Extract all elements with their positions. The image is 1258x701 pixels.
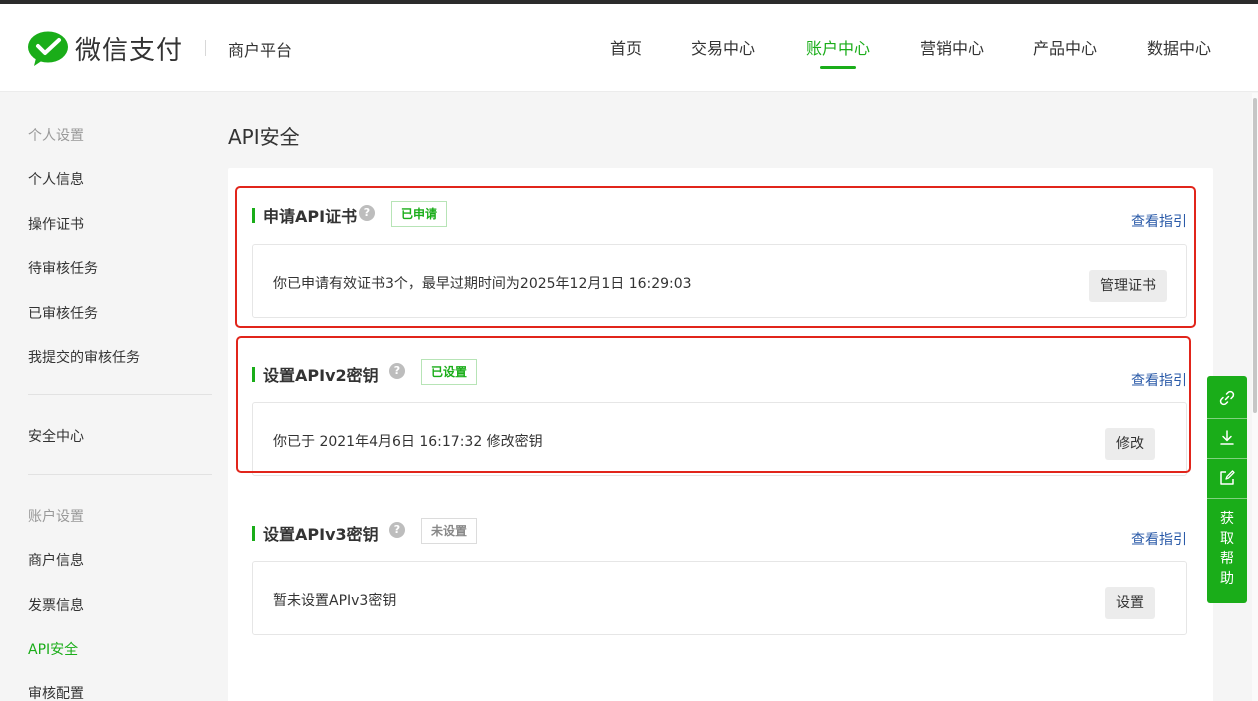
nav-item-marketing[interactable]: 营销中心: [920, 35, 984, 59]
status-badge: 未设置: [421, 518, 478, 544]
scrollbar-thumb[interactable]: [1253, 98, 1257, 413]
nav-item-home[interactable]: 首页: [610, 35, 642, 59]
get-help-char: 助: [1220, 571, 1234, 587]
download-icon[interactable]: [1207, 418, 1247, 458]
sidebar-item-personal-info[interactable]: 个人信息: [28, 169, 84, 189]
nav-item-trade[interactable]: 交易中心: [691, 35, 755, 59]
sidebar-divider: [28, 474, 212, 475]
section-accent-bar: [252, 525, 255, 541]
nav-active-underline: [820, 66, 856, 69]
toolbar-divider: [1207, 498, 1247, 499]
page-title: API安全: [228, 125, 300, 149]
top-header: 微信支付 商户平台 首页 交易中心 账户中心 营销中心 产品中心 数据中心: [0, 4, 1258, 92]
get-help-char: 帮: [1220, 551, 1234, 567]
sidebar-item-reviewed[interactable]: 已审核任务: [28, 303, 98, 323]
sidebar-item-operation-cert[interactable]: 操作证书: [28, 214, 84, 234]
nav-item-data[interactable]: 数据中心: [1147, 35, 1211, 59]
sidebar-group-account: 账户设置: [28, 509, 84, 525]
sidebar-item-merchant-info[interactable]: 商户信息: [28, 550, 84, 570]
sidebar-item-pending-review[interactable]: 待审核任务: [28, 258, 98, 278]
nav-item-product[interactable]: 产品中心: [1033, 35, 1097, 59]
sidebar-item-security-center[interactable]: 安全中心: [28, 426, 84, 446]
sidebar-item-invoice-info[interactable]: 发票信息: [28, 595, 84, 615]
edit-icon-glyph: [1220, 470, 1235, 485]
section-title-apiv3-key: 设置APIv3密钥: [252, 521, 379, 545]
link-icon[interactable]: [1207, 378, 1247, 418]
sidebar-group-personal: 个人设置: [28, 128, 84, 144]
set-key-button[interactable]: 设置: [1105, 587, 1155, 619]
get-help-button[interactable]: 获 取 帮 助: [1207, 509, 1247, 589]
sidebar: 个人设置 个人信息 操作证书 待审核任务 已审核任务 我提交的审核任务 安全中心…: [0, 93, 212, 701]
download-icon-glyph: [1220, 430, 1234, 445]
highlight-box-apiv2-key: [236, 336, 1191, 473]
nav-item-account-label: 账户中心: [806, 39, 871, 58]
view-guide-link[interactable]: 查看指引: [1131, 529, 1187, 549]
section-card-apiv3-key: 暂未设置APIv3密钥 设置: [252, 561, 1187, 635]
apiv3-status-text: 暂未设置APIv3密钥: [273, 593, 397, 609]
sidebar-item-api-security[interactable]: API安全: [28, 639, 78, 659]
sidebar-divider: [28, 394, 212, 395]
nav-item-account[interactable]: 账户中心: [806, 35, 871, 69]
section-title-text: 设置APIv3密钥: [263, 525, 379, 544]
get-help-char: 取: [1220, 531, 1234, 547]
edit-icon[interactable]: [1207, 458, 1247, 498]
highlight-box-api-cert: [235, 186, 1196, 328]
main-nav: 首页 交易中心 账户中心 营销中心 产品中心 数据中心: [0, 35, 1258, 75]
get-help-char: 获: [1220, 511, 1234, 527]
sidebar-item-my-submitted[interactable]: 我提交的审核任务: [28, 347, 140, 367]
link-icon-glyph: [1219, 390, 1235, 406]
floating-toolbar: 获 取 帮 助: [1207, 376, 1247, 603]
help-icon[interactable]: ?: [389, 522, 405, 538]
sidebar-item-review-config[interactable]: 审核配置: [28, 683, 84, 701]
